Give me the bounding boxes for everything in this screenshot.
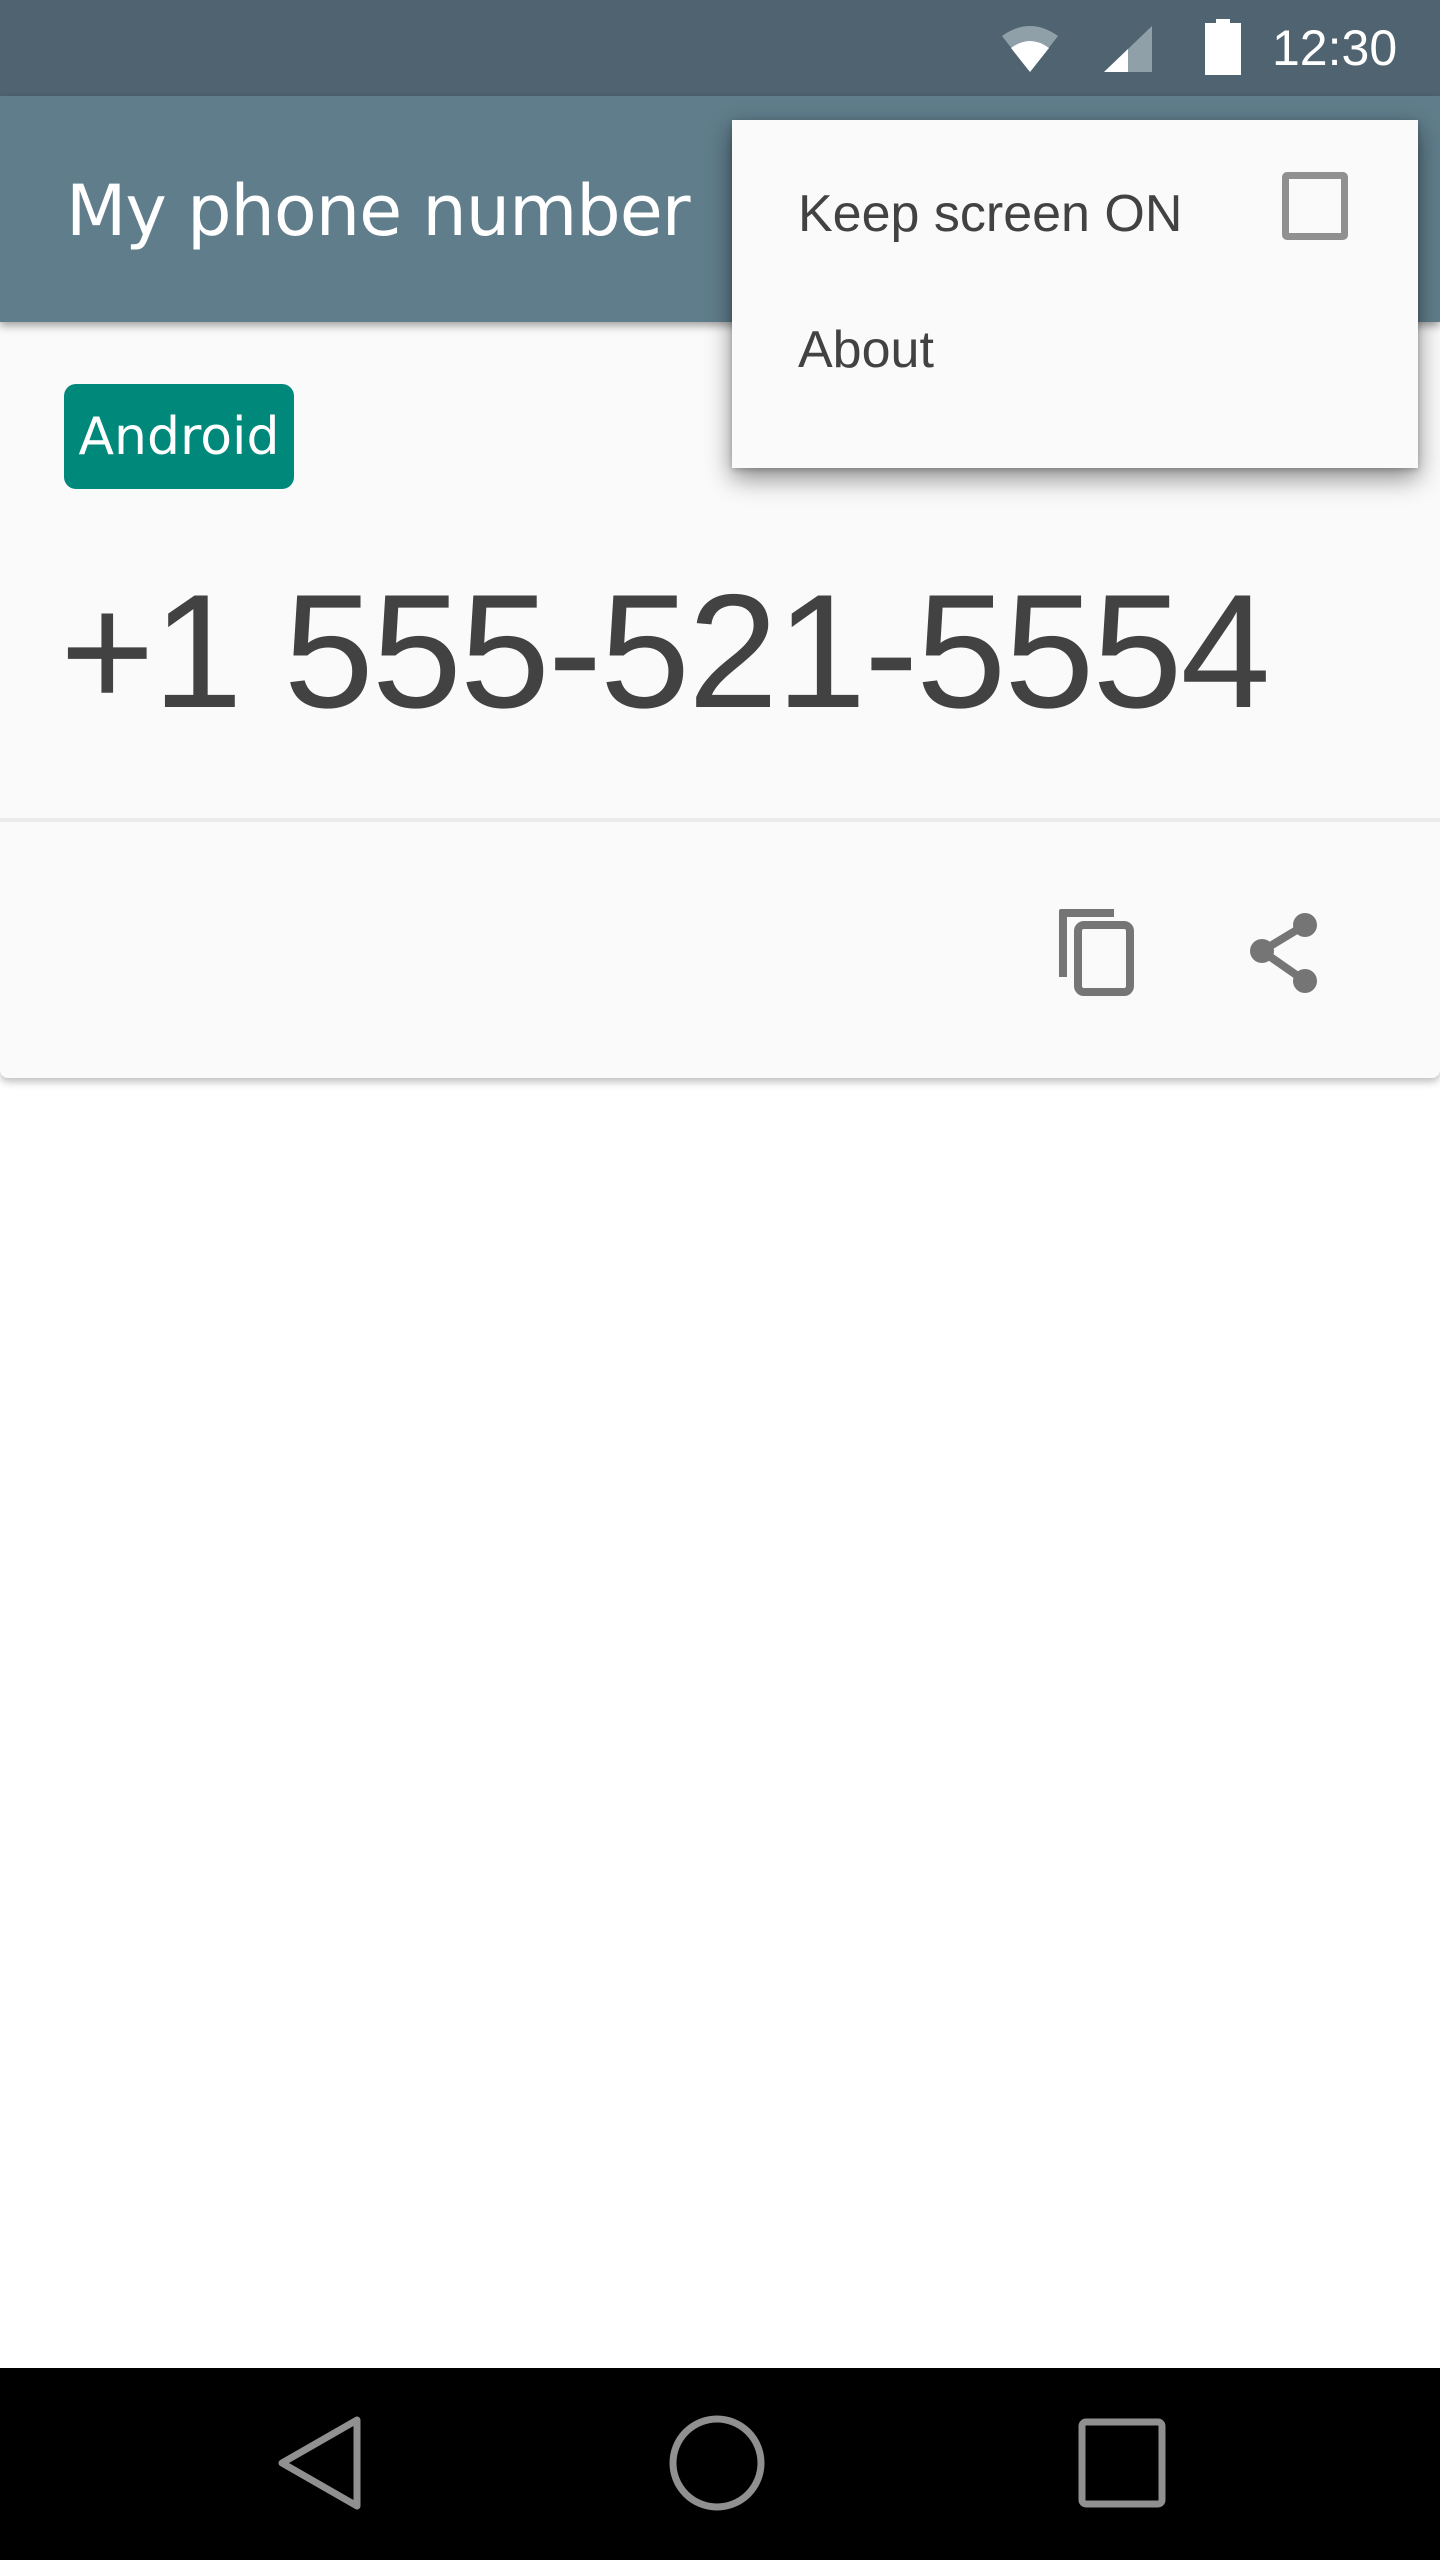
back-icon xyxy=(260,2416,380,2522)
back-button[interactable] xyxy=(260,2408,380,2518)
recents-icon xyxy=(1062,2418,1182,2522)
menu-item-label: About xyxy=(798,321,934,379)
wifi-icon xyxy=(1000,22,1060,74)
overflow-menu: Keep screen ON About xyxy=(732,120,1418,468)
share-button[interactable] xyxy=(1220,888,1340,1008)
home-button[interactable] xyxy=(657,2408,777,2518)
home-icon xyxy=(657,2415,777,2522)
status-bar: 12:30 xyxy=(0,0,1440,96)
menu-item-label: Keep screen ON xyxy=(798,185,1183,243)
copy-button[interactable] xyxy=(1028,888,1148,1008)
copy-icon xyxy=(1028,909,1148,1012)
phone-number: +1 555-521-5554 xyxy=(60,561,1271,742)
keep-screen-on-checkbox[interactable] xyxy=(1282,172,1348,240)
menu-item-keep-screen-on[interactable]: Keep screen ON xyxy=(732,120,1418,250)
card-divider xyxy=(0,818,1440,822)
recents-button[interactable] xyxy=(1062,2408,1182,2518)
battery-icon xyxy=(1205,19,1241,75)
navigation-bar xyxy=(0,2368,1440,2560)
menu-item-about[interactable]: About xyxy=(732,260,1418,390)
app-title: My phone number xyxy=(66,170,691,252)
sim-label-chip: Android xyxy=(64,384,294,489)
status-clock: 12:30 xyxy=(1272,20,1398,76)
cell-signal-icon xyxy=(1104,24,1154,74)
share-icon xyxy=(1220,913,1340,1012)
